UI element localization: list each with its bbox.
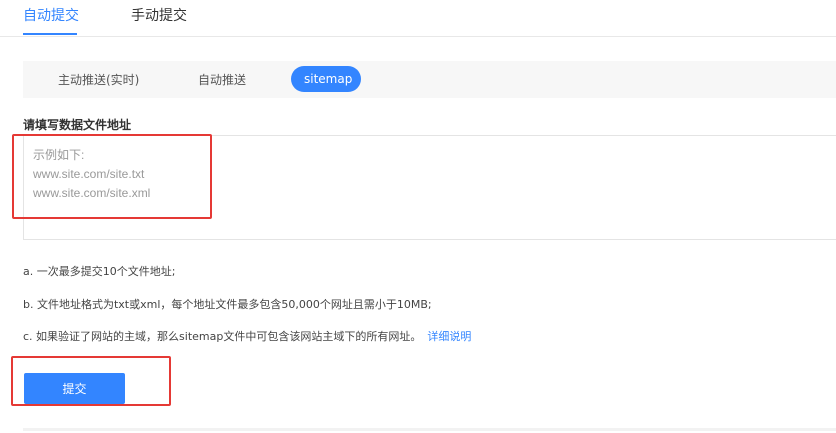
- note-a: a. 一次最多提交10个文件地址;: [23, 265, 176, 278]
- sitemap-textarea-container: 示例如下: www.site.com/site.txt www.site.com…: [23, 135, 836, 240]
- tab-auto-submit[interactable]: 自动提交: [23, 5, 79, 25]
- submit-button[interactable]: 提交: [24, 373, 125, 404]
- sitemap-url-textarea[interactable]: [24, 136, 836, 239]
- tab-manual-submit[interactable]: 手动提交: [131, 5, 187, 25]
- active-tab-indicator: [23, 33, 77, 35]
- top-tab-bar: 自动提交 手动提交: [0, 0, 836, 37]
- note-b: b. 文件地址格式为txt或xml，每个地址文件最多包含50,000个网址且需小…: [23, 298, 432, 311]
- note-c-text: c. 如果验证了网站的主域，那么sitemap文件中可包含该网站主域下的所有网址…: [23, 330, 422, 343]
- sub-tab-bar: 主动推送(实时) 自动推送 sitemap: [23, 61, 836, 98]
- bottom-divider: [23, 428, 836, 431]
- details-link[interactable]: 详细说明: [427, 330, 471, 343]
- form-label: 请填写数据文件地址: [23, 118, 132, 132]
- subtab-sitemap[interactable]: sitemap: [291, 66, 361, 92]
- subtab-auto-push[interactable]: 自动推送: [198, 71, 246, 88]
- note-c: c. 如果验证了网站的主域，那么sitemap文件中可包含该网站主域下的所有网址…: [23, 328, 471, 344]
- subtab-active-push[interactable]: 主动推送(实时): [58, 71, 139, 88]
